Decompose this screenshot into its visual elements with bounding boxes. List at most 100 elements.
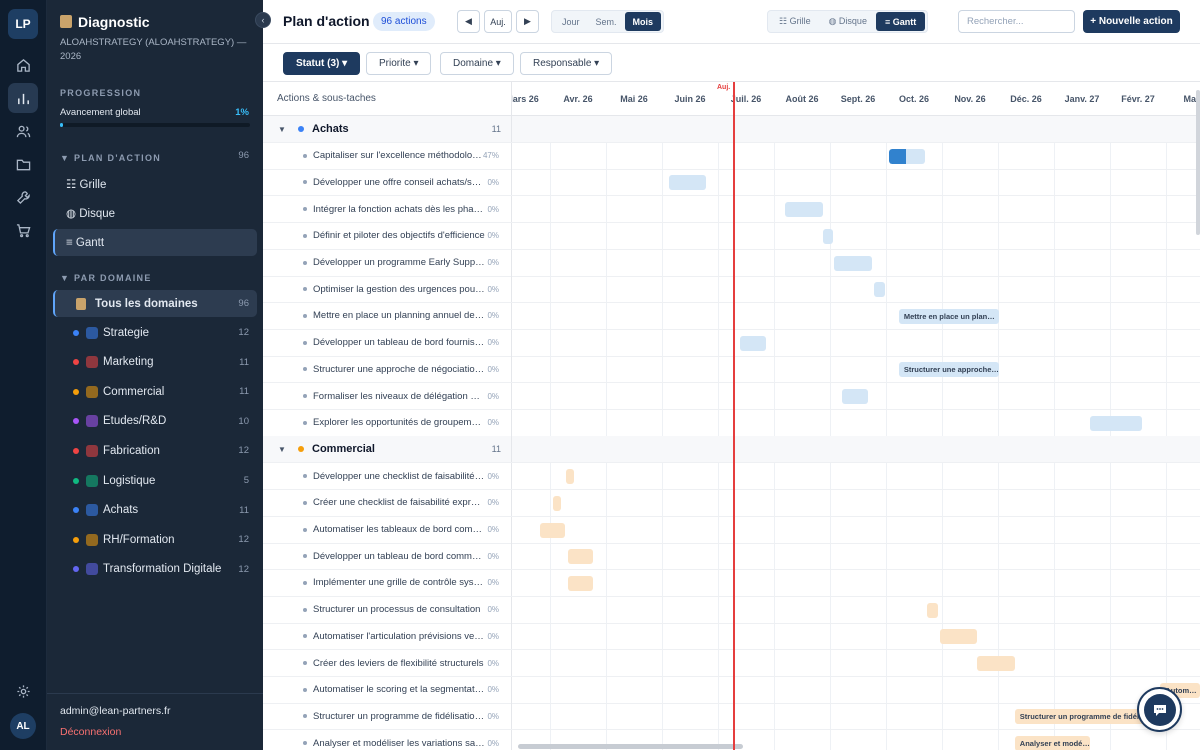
search-input[interactable] [958, 10, 1075, 33]
gantt-bar[interactable] [939, 629, 977, 645]
group-count: 11 [491, 444, 501, 455]
sidebar-item-domain[interactable]: Etudes/R&D 10 [53, 408, 257, 435]
gantt-task-row[interactable]: Créer des leviers de flexibilité structu… [263, 650, 1200, 677]
sidebar-item-all-domains[interactable]: Tous les domaines 96 [53, 290, 257, 317]
task-percent: 0% [487, 338, 499, 348]
filter-priority[interactable]: Priorite ▾ [366, 52, 432, 75]
gantt-group-row[interactable]: ▼ Commercial 11 [263, 436, 1200, 464]
gantt-bar[interactable] [842, 389, 868, 404]
month-header: Janv. 27 [1054, 82, 1110, 116]
chevron-down-icon[interactable]: ▼ [278, 445, 286, 454]
task-percent: 0% [487, 364, 499, 374]
gantt-bar[interactable]: Mettre en place un planning annuel des n… [898, 308, 1000, 324]
app-logo[interactable]: LP [8, 9, 38, 39]
sidebar-item-domain[interactable]: Transformation Digitale 12 [53, 556, 257, 583]
task-label-cell: Formaliser les niveaux de délégation ach… [263, 383, 512, 409]
gantt-task-row[interactable]: Intégrer la fonction achats dès les phas… [263, 196, 1200, 224]
gantt-bar[interactable] [888, 148, 926, 164]
plan-section-label[interactable]: ▼ PLAN D'ACTION [60, 153, 161, 163]
gantt-task-row[interactable]: Créer une checklist de faisabilité expre… [263, 489, 1200, 517]
gantt-task-row[interactable]: Implémenter une grille de contrôle systé… [263, 569, 1200, 597]
gantt-task-row[interactable]: Optimiser la gestion des urgences pour r… [263, 276, 1200, 304]
gantt-task-row[interactable]: Développer un programme Early Supplier I… [263, 249, 1200, 277]
collapse-sidebar-button[interactable]: ‹ [255, 12, 271, 28]
scale-month[interactable]: Mois [624, 12, 662, 31]
filter-status[interactable]: Statut (3) ▾ [283, 52, 361, 75]
gantt-bar[interactable] [539, 522, 566, 538]
time-scale-switch: Jour Sem. Mois [551, 10, 665, 33]
gantt-task-row[interactable]: Automatiser le scoring et la segmentatio… [263, 676, 1200, 704]
gantt-task-row[interactable]: Formaliser les niveaux de délégation ach… [263, 383, 1200, 410]
new-action-button[interactable]: + Nouvelle action [1083, 10, 1180, 33]
gantt-task-row[interactable]: Automatiser l'articulation prévisions ve… [263, 623, 1200, 651]
gantt-task-row[interactable]: Analyser et modéliser les variations sai… [263, 730, 1200, 750]
sidebar-item-domain[interactable]: RH/Formation 12 [53, 526, 257, 553]
home-icon[interactable] [8, 50, 38, 80]
settings-gear-icon[interactable] [8, 676, 38, 706]
next-period-button[interactable]: ▶ [516, 10, 539, 33]
gantt-bar[interactable]: Analyser et modéliser les variations [1014, 736, 1091, 750]
sidebar-item-domain[interactable]: Logistique 5 [53, 467, 257, 494]
view-gantt[interactable]: ≡ Gantt [875, 12, 926, 31]
gantt-bar[interactable] [926, 602, 939, 618]
gantt-task-row[interactable]: Développer une checklist de faisabilité … [263, 463, 1200, 491]
domain-icon [86, 356, 98, 369]
gantt-task-row[interactable]: Automatiser les tableaux de bord commerc… [263, 516, 1200, 544]
users-icon[interactable] [8, 116, 38, 146]
chart-icon[interactable] [8, 83, 38, 113]
gantt-task-row[interactable]: Définir et piloter des objectifs d'effic… [263, 222, 1200, 250]
gantt-bar[interactable] [873, 282, 885, 298]
sidebar-item-domain[interactable]: Fabrication 12 [53, 437, 257, 464]
gantt-bar-label: Mettre en place un planning annuel des n… [903, 311, 999, 321]
logout-link[interactable]: Déconnexion [60, 726, 121, 738]
gantt-task-row[interactable]: Développer un tableau de bord fournisseu… [263, 329, 1200, 357]
gantt-task-row[interactable]: Explorer les opportunités de groupement … [263, 409, 1200, 437]
gantt-bar[interactable] [740, 335, 766, 351]
gantt-task-row[interactable]: Structurer un programme de fidélisation … [263, 703, 1200, 731]
sidebar-item-domain[interactable]: Strategie 12 [53, 319, 257, 346]
gantt-bar[interactable]: Structurer une approche de négociation c… [898, 362, 1000, 378]
gantt-bar[interactable] [785, 202, 824, 218]
top-toolbar: Plan d'action 96 actions ◀ Auj. ▶ Jour S… [263, 0, 1200, 44]
chevron-down-icon[interactable]: ▼ [278, 125, 286, 134]
gantt-bar[interactable] [568, 575, 594, 591]
sidebar-view-disque[interactable]: ◍ Disque [53, 199, 257, 226]
gantt-bar[interactable] [822, 228, 834, 244]
sidebar-item-domain[interactable]: Commercial 11 [53, 378, 257, 405]
gantt-bar[interactable] [977, 656, 1015, 671]
gantt-group-row[interactable]: ▼ Achats 11 [263, 116, 1200, 143]
gantt-task-row[interactable]: Mettre en place un planning annuel des n… [263, 302, 1200, 330]
chat-button[interactable] [1137, 687, 1182, 732]
cart-icon[interactable] [8, 215, 38, 245]
gantt-bar[interactable] [668, 175, 706, 191]
gantt-task-row[interactable]: Développer un tableau de bord commercial… [263, 543, 1200, 571]
gantt-task-row[interactable]: Développer une offre conseil achats/supp… [263, 169, 1200, 197]
wrench-icon[interactable] [8, 182, 38, 212]
gantt-task-row[interactable]: Capitaliser sur l'excellence méthodologi… [263, 142, 1200, 170]
user-avatar[interactable]: AL [10, 713, 36, 739]
gantt-task-row[interactable]: Structurer un processus de consultation 0… [263, 596, 1200, 624]
scale-week[interactable]: Sem. [588, 12, 625, 31]
gantt-bar[interactable] [833, 255, 872, 271]
gantt-bar[interactable] [565, 469, 574, 485]
vertical-scrollbar[interactable] [1196, 90, 1200, 235]
folder-icon[interactable] [8, 149, 38, 179]
today-marker-label: Auj. [717, 84, 731, 91]
prev-period-button[interactable]: ◀ [457, 10, 480, 33]
gantt-bar[interactable] [1090, 415, 1142, 431]
today-button[interactable]: Auj. [484, 10, 512, 33]
view-disque[interactable]: ◍ Disque [820, 12, 876, 31]
domain-section-label[interactable]: ▼ PAR DOMAINE [60, 273, 152, 283]
sidebar-item-domain[interactable]: Marketing 11 [53, 349, 257, 376]
gantt-bar[interactable] [568, 549, 594, 565]
scale-day[interactable]: Jour [554, 12, 588, 31]
sidebar-view-gantt[interactable]: ≡ Gantt [53, 229, 257, 256]
view-grille[interactable]: ☷ Grille [770, 12, 820, 31]
gantt-task-row[interactable]: Structurer une approche de négociation c… [263, 356, 1200, 384]
filter-owner[interactable]: Responsable ▾ [520, 52, 613, 75]
sidebar-item-domain[interactable]: Achats 11 [53, 497, 257, 524]
task-column-header: Actions & sous-taches [263, 82, 512, 116]
sidebar-view-grille[interactable]: ☷ Grille [53, 170, 257, 197]
gantt-bar[interactable] [553, 495, 562, 511]
filter-domain[interactable]: Domaine ▾ [440, 52, 514, 75]
